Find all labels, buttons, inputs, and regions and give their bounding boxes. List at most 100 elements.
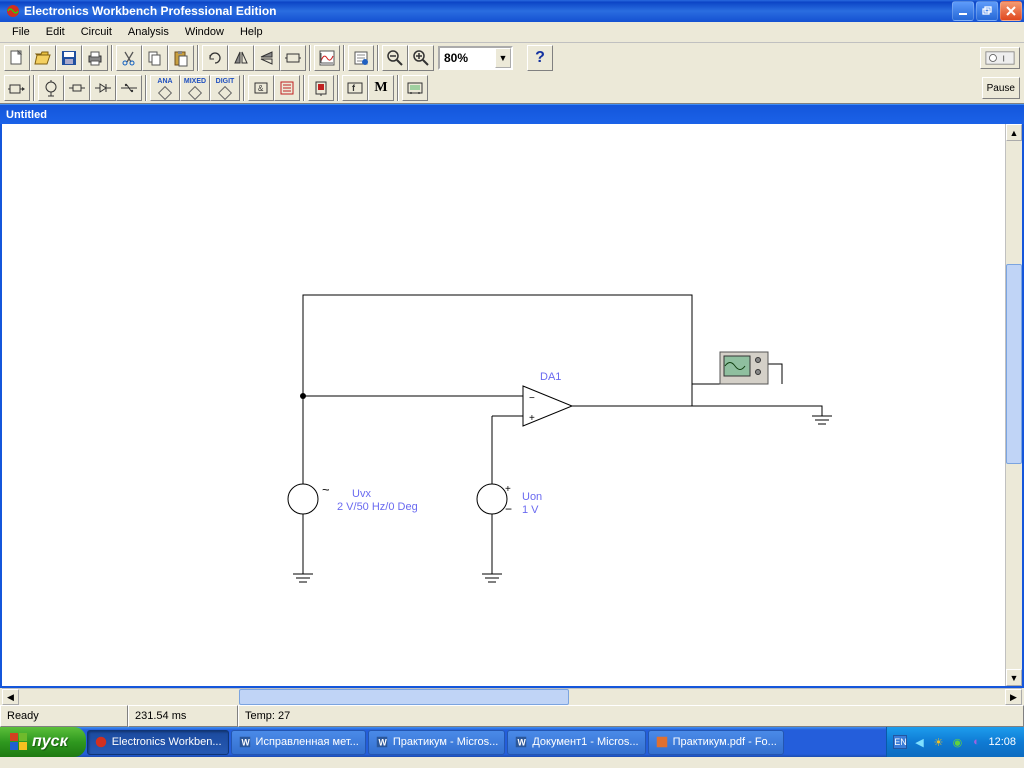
restore-button[interactable] — [976, 1, 998, 21]
scroll-left-button[interactable]: ◀ — [2, 689, 19, 705]
app-icon — [5, 3, 21, 19]
cut-button[interactable] — [116, 45, 142, 71]
menu-help[interactable]: Help — [232, 24, 271, 40]
taskbar-app-pdf[interactable]: Практикум.pdf - Fo... — [648, 730, 784, 755]
svg-text:W: W — [518, 738, 527, 748]
language-indicator[interactable]: EN — [893, 735, 907, 749]
component-source-uon[interactable]: + − Uon 1 V — [477, 484, 542, 516]
vscroll-thumb[interactable] — [1006, 264, 1022, 464]
zoom-input[interactable] — [440, 49, 495, 67]
status-ready: Ready — [0, 705, 128, 727]
instrument-oscilloscope[interactable] — [720, 352, 768, 384]
status-temp: Temp: 27 — [238, 705, 1024, 727]
zoom-dropdown-arrow[interactable]: ▼ — [495, 48, 511, 68]
status-bar: Ready 231.54 ms Temp: 27 — [0, 705, 1024, 727]
menubar: File Edit Circuit Analysis Window Help — [0, 22, 1024, 43]
activate-switch[interactable]: I — [980, 47, 1020, 69]
menu-analysis[interactable]: Analysis — [120, 24, 177, 40]
hscroll-thumb[interactable] — [239, 689, 569, 705]
instrument-f-button[interactable]: f — [342, 75, 368, 101]
main-toolbar: ▼ ? I — [0, 43, 1024, 73]
taskbar-app-ewb[interactable]: Electronics Workben... — [87, 730, 229, 755]
save-button[interactable] — [56, 45, 82, 71]
copy-button[interactable] — [142, 45, 168, 71]
subcircuit-button[interactable] — [280, 45, 306, 71]
svg-text:I: I — [1003, 55, 1005, 64]
taskbar-app-word3[interactable]: W Документ1 - Micros... — [507, 730, 645, 755]
system-tray[interactable]: EN ◀ ☀ ◉ ◐ 12:08 — [886, 727, 1024, 757]
sources-bin-button[interactable] — [4, 75, 30, 101]
instrument-scope-button[interactable] — [402, 75, 428, 101]
svg-text:+: + — [529, 413, 535, 424]
svg-text:2 V/50 Hz/0 Deg: 2 V/50 Hz/0 Deg — [337, 501, 418, 513]
vertical-scrollbar[interactable]: ▲ ▼ — [1005, 124, 1022, 686]
misc-bin-button[interactable] — [308, 75, 334, 101]
window-title: Electronics Workbench Professional Editi… — [24, 4, 952, 18]
menu-circuit[interactable]: Circuit — [73, 24, 120, 40]
svg-text:1 V: 1 V — [522, 504, 539, 516]
window-titlebar: Electronics Workbench Professional Editi… — [0, 0, 1024, 22]
tray-icon-3[interactable]: ◉ — [950, 735, 964, 749]
new-file-button[interactable] — [4, 45, 30, 71]
tray-icon-2[interactable]: ☀ — [931, 735, 945, 749]
svg-text:−: − — [529, 393, 535, 404]
analog-ic-bin-button[interactable] — [116, 75, 142, 101]
instrument-m-button[interactable]: M — [368, 75, 394, 101]
svg-text:Uvx: Uvx — [352, 488, 371, 500]
taskbar-app-word1[interactable]: W Исправленная мет... — [231, 730, 366, 755]
svg-text:~: ~ — [322, 482, 330, 497]
digit-bin-button[interactable]: DIGIT — [210, 75, 240, 101]
svg-text:f: f — [352, 83, 356, 93]
taskbar-app-word2[interactable]: W Практикум - Micros... — [368, 730, 505, 755]
start-button[interactable]: пуск — [0, 727, 86, 757]
windows-taskbar: пуск Electronics Workben... W Исправленн… — [0, 727, 1024, 757]
rotate-button[interactable] — [202, 45, 228, 71]
scroll-up-button[interactable]: ▲ — [1006, 124, 1022, 141]
open-file-button[interactable] — [30, 45, 56, 71]
scroll-down-button[interactable]: ▼ — [1006, 669, 1022, 686]
mixed-bin-button[interactable]: MIXED — [180, 75, 210, 101]
flip-v-button[interactable] — [254, 45, 280, 71]
document-title: Untitled — [6, 109, 47, 121]
minimize-button[interactable] — [952, 1, 974, 21]
svg-text:−: − — [505, 502, 512, 516]
svg-text:+: + — [505, 484, 511, 495]
transistor-bin-button[interactable] — [90, 75, 116, 101]
pause-button[interactable]: Pause — [982, 77, 1020, 99]
paste-button[interactable] — [168, 45, 194, 71]
zoom-out-button[interactable] — [382, 45, 408, 71]
diode-bin-button[interactable] — [64, 75, 90, 101]
tray-clock[interactable]: 12:08 — [988, 736, 1016, 748]
control-bin-button[interactable] — [274, 75, 300, 101]
component-toolbar: ANA MIXED DIGIT & f M Pause — [0, 73, 1024, 103]
svg-text:Uon: Uon — [522, 491, 542, 503]
svg-text:&: & — [258, 84, 264, 93]
circuit-schematic: − + DA1 ~ Uvx 2 V/50 Hz/0 Deg + − Uon 1 … — [2, 124, 1002, 684]
flip-h-button[interactable] — [228, 45, 254, 71]
svg-text:W: W — [378, 738, 387, 748]
help-button[interactable]: ? — [527, 45, 553, 71]
svg-text:DA1: DA1 — [540, 371, 561, 383]
close-button[interactable] — [1000, 1, 1022, 21]
print-button[interactable] — [82, 45, 108, 71]
scroll-right-button[interactable]: ▶ — [1005, 689, 1022, 705]
menu-window[interactable]: Window — [177, 24, 232, 40]
component-props-button[interactable] — [348, 45, 374, 71]
document-titlebar: Untitled — [0, 104, 1024, 124]
tray-icon-4[interactable]: ◐ — [969, 735, 983, 749]
circuit-canvas[interactable]: − + DA1 ~ Uvx 2 V/50 Hz/0 Deg + − Uon 1 … — [0, 124, 1024, 688]
component-source-uvx[interactable]: ~ Uvx 2 V/50 Hz/0 Deg — [288, 482, 418, 514]
basic-bin-button[interactable] — [38, 75, 64, 101]
menu-file[interactable]: File — [4, 24, 38, 40]
zoom-combo[interactable]: ▼ — [438, 46, 513, 70]
ana-bin-button[interactable]: ANA — [150, 75, 180, 101]
graph-button[interactable] — [314, 45, 340, 71]
horizontal-scrollbar[interactable]: ◀ ▶ — [2, 688, 1022, 705]
zoom-in-button[interactable] — [408, 45, 434, 71]
tray-icon-1[interactable]: ◀ — [912, 735, 926, 749]
component-opamp-da1[interactable]: − + DA1 — [523, 371, 572, 426]
svg-text:W: W — [241, 738, 250, 748]
status-sim-time: 231.54 ms — [128, 705, 238, 727]
indicator-bin-button[interactable]: & — [248, 75, 274, 101]
menu-edit[interactable]: Edit — [38, 24, 73, 40]
